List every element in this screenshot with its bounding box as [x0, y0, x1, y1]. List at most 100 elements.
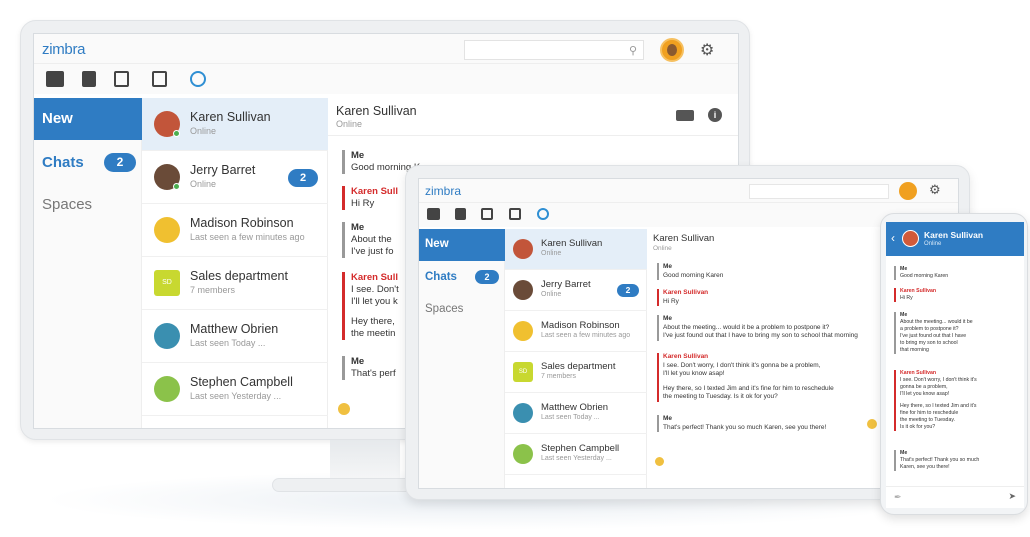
message-sender: Me	[900, 266, 908, 272]
user-avatar[interactable]	[660, 38, 684, 62]
left-nav: New Chats 2 Spaces	[419, 229, 505, 488]
zimbra-logo[interactable]: zimbra	[425, 184, 461, 198]
emoji-icon[interactable]	[338, 403, 350, 415]
contact-row[interactable]: Stephen Campbell Last seen Yesterday ...	[505, 434, 647, 475]
contact-row[interactable]: SD Sales department 7 members	[142, 257, 328, 310]
search-icon[interactable]: ⚲	[629, 44, 637, 57]
composer[interactable]: ✒ ➤	[886, 486, 1024, 508]
phone-device: ‹ Karen Sullivan Online Me Good morning …	[880, 213, 1028, 515]
monitor-stand	[330, 440, 400, 480]
nav-new[interactable]: New	[419, 229, 505, 261]
send-icon[interactable]: ➤	[1008, 491, 1016, 502]
top-bar: zimbra ⚲ ⚙	[34, 34, 738, 64]
chats-count-badge: 2	[104, 153, 136, 172]
message-text: That's perfect! Thank you so much	[900, 457, 980, 463]
contact-status: Last seen Today ...	[190, 338, 266, 348]
message-text: fine for him to reschedule	[900, 410, 959, 416]
calendar-icon[interactable]	[481, 208, 493, 220]
user-avatar[interactable]	[899, 182, 917, 200]
attach-icon[interactable]: ✒	[894, 492, 902, 503]
gear-icon[interactable]: ⚙	[700, 40, 714, 60]
calendar-icon[interactable]	[114, 71, 129, 87]
message-text: About the meeting... would it be a probl…	[663, 323, 830, 331]
contact-row[interactable]: Madison Robinson Last seen a few minutes…	[142, 204, 328, 257]
message-text: Good morning Karen	[900, 273, 949, 279]
message-text: Hi Ry	[351, 198, 375, 209]
contact-status: Last seen a few minutes ago	[541, 332, 631, 339]
left-nav: New Chats 2 Spaces	[34, 98, 142, 428]
message: Me That's perf	[342, 356, 396, 380]
contact-status: Last seen Yesterday ...	[190, 391, 282, 401]
message-sender: Karen Sull	[351, 186, 398, 197]
avatar	[513, 444, 533, 464]
chat-icon[interactable]	[190, 71, 206, 87]
message-text: That's perf	[351, 368, 396, 379]
conversation-status: Online	[653, 245, 672, 252]
nav-new[interactable]: New	[34, 98, 142, 140]
contact-row[interactable]: Matthew Obrien Last seen Today ...	[505, 393, 647, 434]
avatar	[154, 376, 180, 402]
phone-screen: ‹ Karen Sullivan Online Me Good morning …	[886, 222, 1024, 508]
contact-list: Karen Sullivan Online Jerry Barret Onlin…	[505, 229, 647, 488]
video-icon[interactable]	[676, 110, 694, 121]
message: Me Good morning Karen	[657, 263, 723, 280]
message-text: About the meeting... would it be	[900, 319, 973, 325]
emoji-button[interactable]	[655, 457, 664, 466]
contact-row[interactable]: Karen Sullivan Online	[142, 98, 328, 151]
message: Karen Sullivan Hi Ry	[894, 288, 936, 302]
message-text: I've just found out that I have to bring…	[663, 332, 858, 339]
contact-row[interactable]: Stephen Campbell Last seen Yesterday ...	[142, 363, 328, 416]
message: Karen Sullivan I see. Don't worry, I don…	[657, 353, 834, 402]
contacts-icon[interactable]	[82, 71, 96, 87]
zimbra-logo[interactable]: zimbra	[42, 41, 86, 58]
nav-spaces[interactable]: Spaces	[42, 196, 92, 213]
message-text: Is it ok for you?	[900, 424, 936, 430]
tasks-icon[interactable]	[152, 71, 167, 87]
contact-name: Matthew Obrien	[190, 322, 279, 336]
search-input[interactable]: ⚲	[464, 40, 644, 60]
message-text: About the	[351, 234, 392, 245]
phone-header: ‹ Karen Sullivan Online	[886, 222, 1024, 256]
chat-icon[interactable]	[537, 208, 549, 220]
message: Me About the meeting... would it be a pr…	[657, 315, 858, 341]
nav-chats[interactable]: Chats	[42, 154, 84, 171]
message-sender: Me	[663, 263, 673, 270]
message-text: the meetin	[351, 328, 396, 339]
search-input[interactable]	[749, 184, 889, 199]
message-text: gonna be a problem,	[900, 384, 948, 390]
mail-icon[interactable]	[427, 208, 440, 220]
avatar	[154, 217, 180, 243]
message-text: I've just fo	[351, 246, 394, 257]
message-text: I'll let you know asap!	[663, 370, 725, 377]
tasks-icon[interactable]	[509, 208, 521, 220]
conversation-header: Karen Sullivan Online i	[328, 98, 738, 136]
mail-icon[interactable]	[46, 71, 64, 87]
contact-row[interactable]: Matthew Obrien Last seen Today ...	[142, 310, 328, 363]
message-text: the meeting to Tuesday. Is it ok for you…	[663, 393, 778, 400]
contact-status: Online	[190, 179, 217, 189]
contact-row[interactable]: SD Sales department 7 members	[505, 352, 647, 393]
avatar	[513, 321, 533, 341]
message-text: I'll let you know asap!	[900, 391, 950, 397]
nav-spaces[interactable]: Spaces	[425, 303, 463, 315]
info-icon[interactable]: i	[708, 108, 722, 122]
contacts-icon[interactable]	[455, 208, 466, 220]
device-showcase: zimbra ⚲ ⚙ New Chats 2 Spaces Karen Sull…	[0, 0, 1030, 537]
message-text: Karen, see you there!	[900, 464, 950, 470]
contact-name: Jerry Barret	[190, 163, 256, 177]
avatar	[154, 323, 180, 349]
contact-row[interactable]: Karen Sullivan Online	[505, 229, 647, 270]
message-sender: Me	[351, 150, 365, 161]
gear-icon[interactable]: ⚙	[929, 182, 941, 198]
contact-name: Madison Robinson	[190, 216, 294, 230]
message-text: Hey there, so I texted Jim and it's	[900, 403, 977, 409]
contact-row[interactable]: Jerry Barret Online 2	[505, 270, 647, 311]
message-text: Good morning Karen	[663, 271, 724, 279]
contact-row[interactable]: Jerry Barret Online 2	[142, 151, 328, 204]
group-avatar: SD	[154, 270, 180, 296]
unread-badge: 2	[288, 169, 318, 187]
contact-row[interactable]: Madison Robinson Last seen a few minutes…	[505, 311, 647, 352]
nav-chats[interactable]: Chats	[425, 271, 457, 283]
chats-count-badge: 2	[475, 270, 499, 284]
back-icon[interactable]: ‹	[891, 231, 895, 245]
